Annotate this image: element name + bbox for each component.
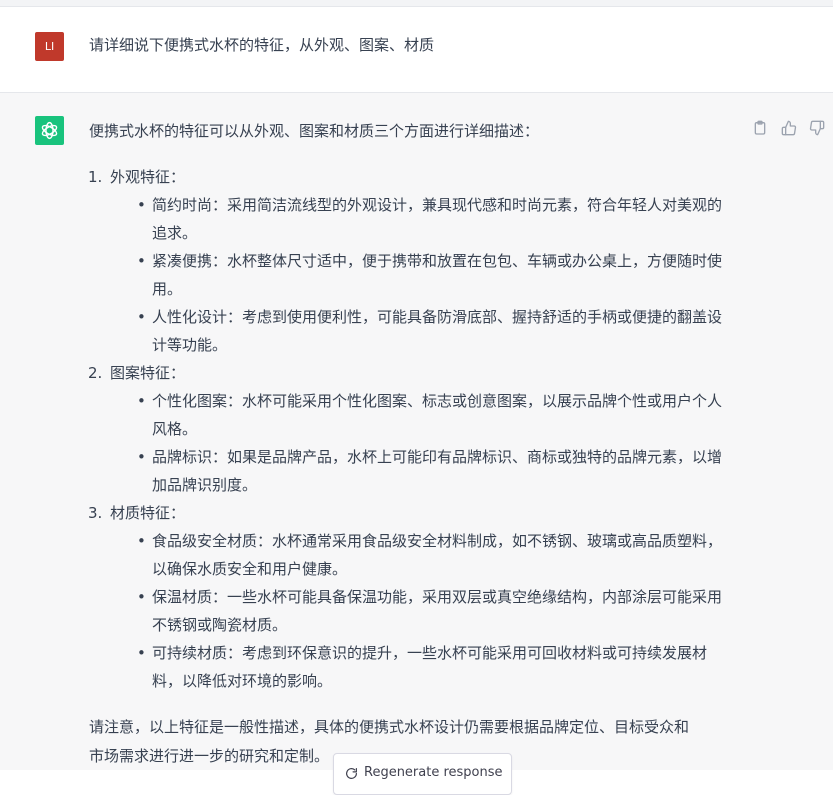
list-item: • 品牌标识：如果是品牌产品，水杯上可能印有品牌标识、商标或独特的品牌元素，以增加… (137, 448, 723, 494)
assistant-message-row: 便携式水杯的特征可以从外观、图案和材质三个方面进行详细描述： 1. 外观特征： … (0, 93, 833, 795)
section-number: 3. (88, 504, 103, 522)
thumbs-up-icon (781, 120, 797, 136)
regenerate-button[interactable]: Regenerate response (333, 753, 512, 795)
list-item: • 可持续材质：考虑到环保意识的提升，一些水杯可能采用可回收材料或可持续发展材 料，… (137, 644, 708, 690)
section-title: 图案特征： (110, 364, 186, 382)
list-item: • 食品级安全材质：水杯通常采用食品级安全材料制成，如不锈钢、玻璃或高品质塑料，以… (137, 532, 723, 578)
assistant-message-content: 便携式水杯的特征可以从外观、图案和材质三个方面进行详细描述： 1. 外观特征： … (88, 117, 749, 771)
top-divider (0, 0, 833, 7)
list-item: • 紧凑便携：水杯整体尺寸适中，便于携带和放置在包包、车辆或办公桌上，方便随时使用… (137, 252, 723, 298)
copy-button[interactable] (752, 120, 768, 136)
section-appearance: 1. 外观特征： • 简约时尚：采用简洁流线型的外观设计，兼具现代感和时尚元素，符… (88, 163, 749, 359)
user-message-row: LI 请详细说下便携式水杯的特征，从外观、图案、材质 (0, 7, 833, 93)
like-button[interactable] (781, 120, 797, 136)
section-number: 1. (88, 168, 103, 186)
thumbs-down-icon (809, 120, 825, 136)
assistant-avatar (35, 116, 64, 145)
regenerate-label: Regenerate response (364, 765, 503, 780)
list-item: • 简约时尚：采用简洁流线型的外观设计，兼具现代感和时尚元素，符合年轻人对美观的追… (137, 196, 723, 242)
section-title: 材质特征： (110, 504, 186, 522)
user-avatar: LI (35, 32, 64, 61)
clipboard-icon (754, 120, 766, 135)
section-title: 外观特征： (110, 168, 186, 186)
user-message-text: 请详细说下便携式水杯的特征，从外观、图案、材质 (89, 36, 435, 54)
refresh-icon (346, 768, 357, 779)
feature-list: 1. 外观特征： • 简约时尚：采用简洁流线型的外观设计，兼具现代感和时尚元素，符… (88, 163, 749, 695)
section-material: 3. 材质特征： • 食品级安全材质：水杯通常采用食品级安全材料制成，如不锈钢、玻… (88, 499, 749, 695)
openai-logo-icon (41, 121, 58, 140)
list-item: • 个性化图案：水杯可能采用个性化图案、标志或创意图案，以展示品牌个性或用户个人风… (137, 392, 723, 438)
section-number: 2. (88, 364, 103, 382)
intro-text: 便携式水杯的特征可以从外观、图案和材质三个方面进行详细描述： (89, 122, 540, 140)
section-pattern: 2. 图案特征： • 个性化图案：水杯可能采用个性化图案、标志或创意图案，以展示品… (88, 359, 749, 499)
list-item: • 人性化设计：考虑到使用便利性，可能具备防滑底部、握持舒适的手柄或便捷的翻盖设计… (137, 308, 723, 354)
dislike-button[interactable] (809, 120, 825, 136)
list-item: • 保温材质：一些水杯可能具备保温功能，采用双层或真空绝缘结构，内部涂层可能采用不… (137, 588, 723, 634)
